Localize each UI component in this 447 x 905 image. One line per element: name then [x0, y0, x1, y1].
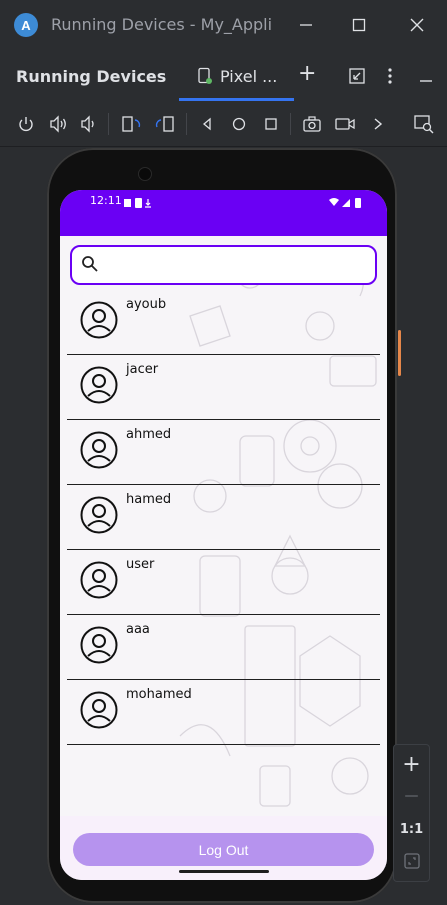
device-tab-label: Pixel ... [220, 67, 278, 86]
zoom-in-button[interactable]: + [394, 749, 429, 779]
hide-icon[interactable] [418, 68, 434, 84]
camera-icon [138, 167, 152, 181]
rotate-right-icon[interactable] [153, 112, 177, 136]
status-time: 12:11 [90, 194, 122, 207]
overview-icon[interactable] [259, 112, 283, 136]
user-name: ahmed [126, 427, 172, 442]
toolbar-separator [186, 113, 187, 135]
list-item[interactable]: aaa [67, 614, 380, 680]
close-button[interactable] [402, 10, 432, 40]
user-avatar-icon [80, 561, 118, 599]
user-name: user [126, 557, 155, 572]
user-name: mohamed [126, 687, 192, 702]
list-item[interactable]: mohamed [67, 679, 380, 745]
power-icon[interactable] [14, 112, 38, 136]
list-item[interactable]: jacer [67, 354, 380, 420]
zoom-out-button[interactable]: — [394, 781, 429, 811]
volume-up-icon[interactable] [47, 112, 71, 136]
android-studio-logo-icon: A [14, 13, 38, 37]
gesture-handle[interactable] [179, 870, 269, 873]
restore-icon[interactable] [348, 67, 366, 85]
minimize-button[interactable] [291, 10, 321, 40]
device-search-icon[interactable] [412, 112, 436, 136]
user-avatar-icon [80, 431, 118, 469]
user-name: jacer [126, 362, 159, 377]
home-icon[interactable] [227, 112, 251, 136]
user-name: ayoub [126, 297, 167, 312]
window-title: Running Devices - My_Applic [51, 15, 273, 34]
screenshot-icon[interactable] [300, 112, 324, 136]
user-avatar-icon [80, 496, 118, 534]
user-avatar-icon [80, 691, 118, 729]
toolbar-separator [290, 113, 291, 135]
svg-text:A: A [21, 18, 31, 33]
device-screen[interactable]: 12:11 ayoub jacer ahmed hamed user aaa m… [60, 190, 387, 880]
toolbar-separator [108, 113, 109, 135]
list-item[interactable]: ayoub [67, 289, 380, 355]
options-menu-icon[interactable] [383, 66, 397, 86]
back-icon[interactable] [195, 112, 219, 136]
fit-screen-icon[interactable] [394, 846, 429, 876]
screen-record-icon[interactable] [333, 112, 357, 136]
system-status-icons [328, 194, 372, 208]
add-tab-button[interactable]: + [298, 63, 320, 87]
active-tab-indicator [179, 98, 294, 101]
list-item[interactable]: hamed [67, 484, 380, 550]
status-bar: 12:11 [60, 190, 387, 236]
user-avatar-icon [80, 626, 118, 664]
tool-window-title: Running Devices [16, 67, 167, 86]
list-item[interactable]: user [67, 549, 380, 615]
actual-size-button[interactable]: 1:1 [394, 814, 429, 844]
volume-down-icon[interactable] [78, 112, 102, 136]
side-scroll-indicator [398, 330, 401, 376]
notification-icons [122, 194, 162, 208]
device-icon [196, 67, 214, 85]
rotate-left-icon[interactable] [119, 112, 143, 136]
search-icon [81, 255, 99, 273]
search-input[interactable] [70, 245, 377, 285]
user-avatar-icon [80, 301, 118, 339]
user-name: aaa [126, 622, 150, 637]
more-icon[interactable] [366, 112, 390, 136]
user-name: hamed [126, 492, 172, 507]
list-item[interactable]: ahmed [67, 419, 380, 485]
zoom-controls: + — 1:1 [393, 744, 430, 882]
maximize-button[interactable] [344, 10, 374, 40]
logout-button[interactable]: Log Out [73, 833, 374, 866]
user-avatar-icon [80, 366, 118, 404]
